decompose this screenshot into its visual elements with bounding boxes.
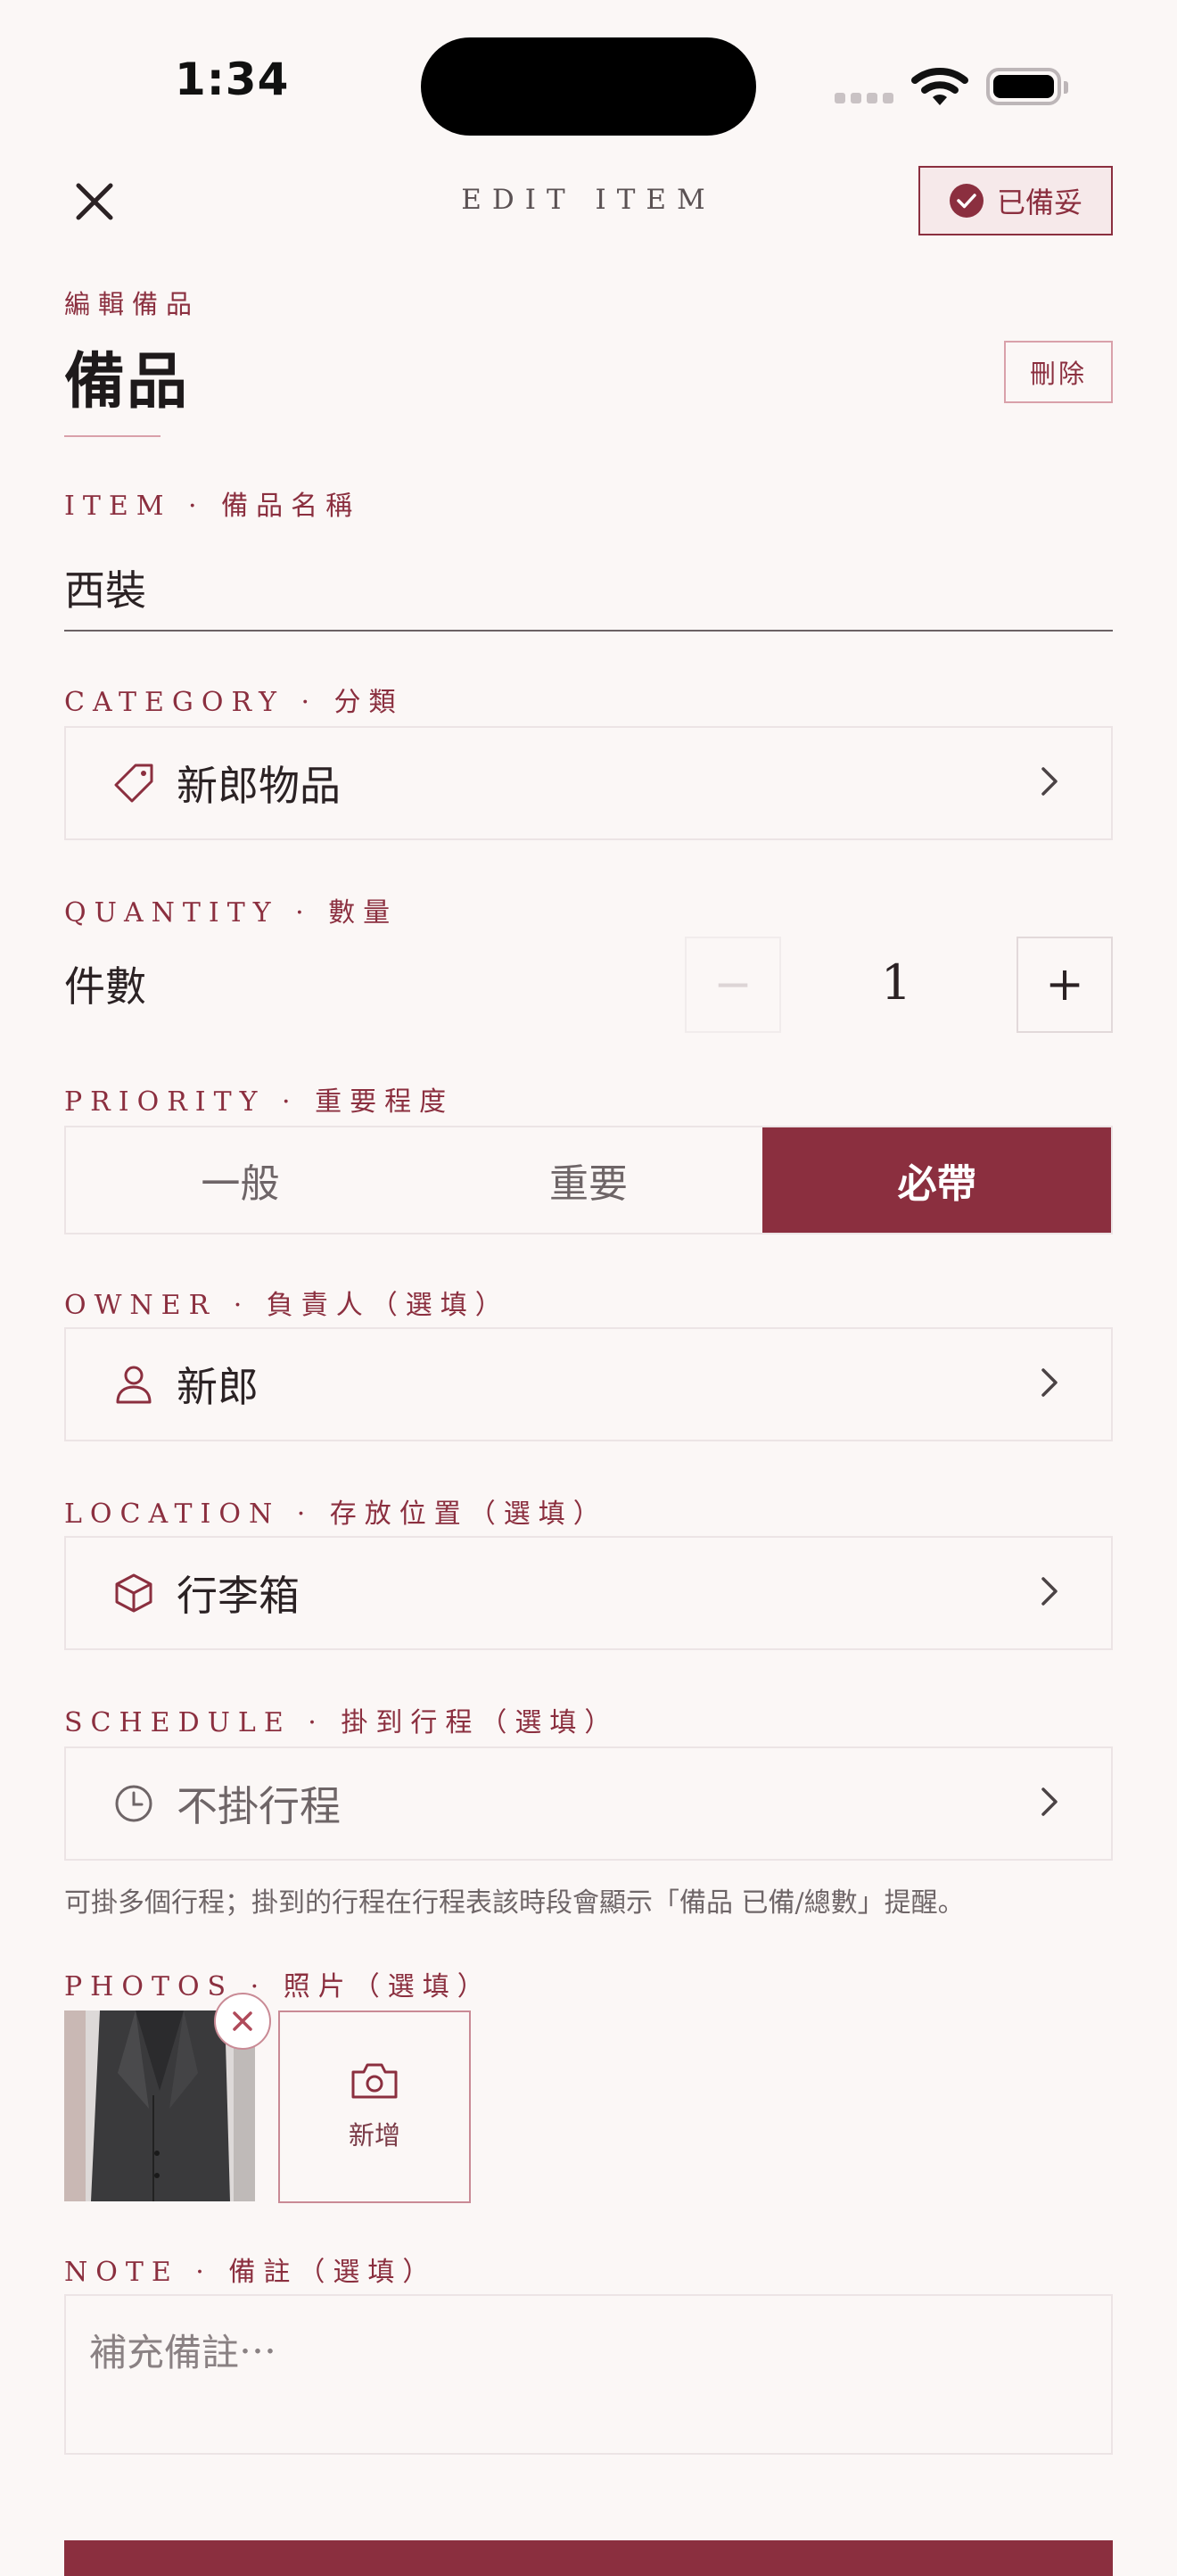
note-textarea[interactable] [64,2294,1113,2455]
close-icon [233,2011,252,2031]
cellular-signal-icon [835,93,893,103]
category-value: 新郎物品 [177,762,341,810]
clock-icon [109,1782,159,1825]
person-icon [109,1363,159,1406]
category-label: CATEGORY · 分類 [64,687,404,718]
priority-option-important[interactable]: 重要 [415,1127,763,1233]
add-photo-button[interactable]: 新增 [278,2010,471,2203]
location-value: 行李箱 [177,1572,300,1620]
save-button[interactable] [64,2540,1113,2576]
priority-option-normal[interactable]: 一般 [66,1127,415,1233]
priority-label: PRIORITY · 重要程度 [64,1086,455,1118]
increment-button[interactable]: + [1017,937,1113,1033]
item-label: ITEM · 備品名稱 [64,491,361,522]
schedule-label: SCHEDULE · 掛到行程（選填） [64,1707,620,1738]
owner-label: OWNER · 負責人（選填） [64,1290,510,1321]
camera-icon [351,2063,398,2099]
box-icon [109,1572,159,1614]
location-label: LOCATION · 存放位置（選填） [64,1499,608,1530]
chevron-right-icon [1040,1575,1059,1611]
priority-option-must-bring[interactable]: 必帶 [762,1127,1112,1233]
delete-button[interactable]: 刪除 [1004,341,1113,403]
schedule-value: 不掛行程 [177,1782,341,1830]
title-divider [64,435,160,437]
chevron-right-icon [1040,1366,1059,1402]
page-title: 備品 [64,346,190,417]
check-circle-icon [949,184,984,218]
chevron-right-icon [1040,1786,1059,1821]
item-name-input[interactable] [64,546,1113,632]
tag-icon [109,762,159,805]
owner-value: 新郎 [177,1363,259,1411]
note-label: NOTE · 備註（選填） [64,2257,438,2288]
dynamic-island [421,37,756,136]
remove-photo-button[interactable] [214,1993,271,2050]
schedule-select[interactable]: 不掛行程 [64,1746,1113,1861]
quantity-row-label: 件數 [64,962,146,1011]
owner-select[interactable]: 新郎 [64,1327,1113,1441]
mark-ready-label: 已備妥 [996,186,1082,219]
quantity-label: QUANTITY · 數量 [64,897,399,929]
location-select[interactable]: 行李箱 [64,1536,1113,1650]
mark-ready-button[interactable]: 已備妥 [918,166,1113,235]
add-photo-label: 新增 [348,2120,400,2151]
wifi-icon [911,64,968,112]
category-select[interactable]: 新郎物品 [64,726,1113,840]
decrement-button[interactable]: − [685,937,781,1033]
priority-segmented-control: 一般 重要 必帶 [64,1126,1113,1234]
quantity-value: 1 [880,954,912,1011]
photos-label: PHOTOS · 照片（選填） [64,1971,492,2002]
battery-icon [986,68,1068,105]
page-eyebrow: 編輯備品 [64,289,201,319]
schedule-hint: 可掛多個行程；掛到的行程在行程表該時段會顯示「備品 已備/總數」提醒。 [64,1887,965,1919]
status-time: 1:34 [175,54,290,105]
chevron-right-icon [1040,765,1059,801]
